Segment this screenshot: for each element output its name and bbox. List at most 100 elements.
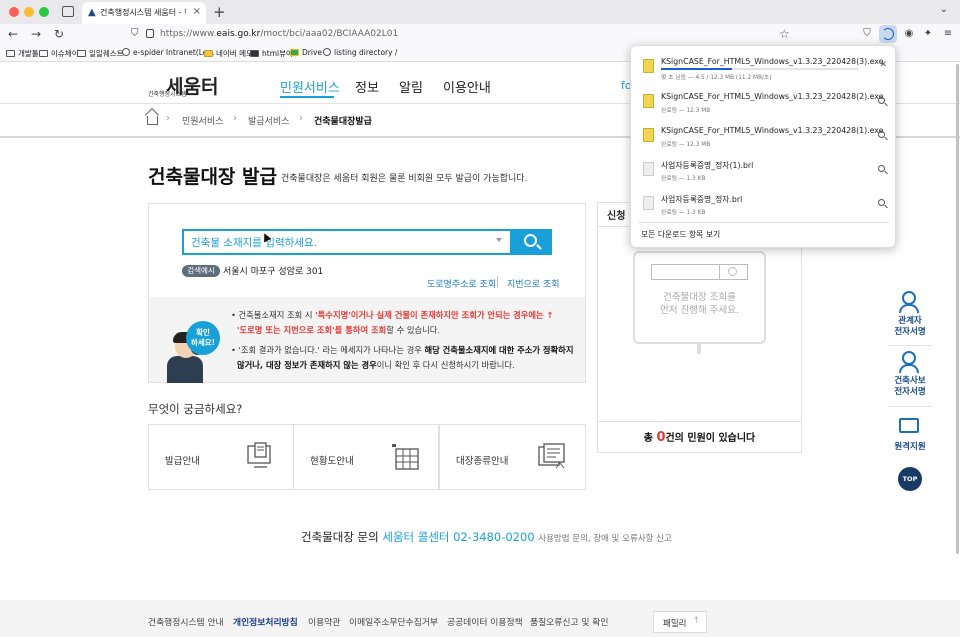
- url-bar[interactable]: https://www.eais.go.kr/moct/bci/aaa02/BC…: [160, 29, 398, 39]
- bookmark-link[interactable]: 네이버 메모: [204, 48, 253, 59]
- reload-icon[interactable]: ↻: [54, 27, 64, 41]
- page-scrollbar[interactable]: [956, 64, 959, 554]
- download-item[interactable]: KSignCASE_For_HTML5_Windows_v1.3.23_2204…: [631, 50, 897, 84]
- download-item[interactable]: KSignCASE_For_HTML5_Windows_v1.3.23_2204…: [631, 85, 897, 119]
- globe-icon: [323, 48, 331, 56]
- scroll-top-button[interactable]: TOP: [898, 467, 922, 491]
- downloads-panel: KSignCASE_For_HTML5_Windows_v1.3.23_2204…: [630, 45, 896, 248]
- download-item[interactable]: 사업자등록증명_정자.brl 완료됨 — 1.3 KB: [631, 187, 897, 221]
- show-in-folder-icon[interactable]: [878, 97, 885, 104]
- download-filename: KSignCASE_For_HTML5_Windows_v1.3.23_2204…: [661, 57, 884, 66]
- account-icon[interactable]: ◉: [903, 28, 915, 40]
- side-signer-esign[interactable]: 관계자 전자서명: [888, 316, 932, 338]
- confirm-bubble: 확인 하세요!: [186, 321, 220, 355]
- forward-arrow-icon[interactable]: →: [31, 27, 41, 41]
- lock-icon[interactable]: [146, 29, 154, 38]
- show-in-folder-icon[interactable]: [878, 131, 885, 138]
- browser-tab[interactable]: ▲ 건축행정시스템 세움터 - 민원서비스 ... ×: [82, 2, 206, 24]
- bookmark-folder[interactable]: 일일퀘스트: [77, 48, 124, 59]
- bookmark-link[interactable]: Drive: [290, 48, 322, 57]
- footer-link-privacy[interactable]: 개인정보처리방침: [233, 615, 298, 628]
- footer-link[interactable]: 품질오류신고 및 확인: [530, 615, 608, 628]
- empty-state-input-illustration: [651, 264, 720, 280]
- download-status: 완료됨 — 1.3 KB: [661, 210, 706, 216]
- bookmark-link[interactable]: html뷰어: [250, 48, 293, 59]
- minimize-window-button[interactable]: [24, 7, 34, 17]
- family-site-select[interactable]: 패밀리 ↑: [653, 611, 707, 633]
- bookmark-folder[interactable]: 이슈체이: [39, 48, 79, 59]
- menu-icon[interactable]: ≡: [942, 28, 954, 40]
- download-filename: 사업자등록증명_정자.brl: [661, 195, 743, 204]
- tab-overview-icon[interactable]: [62, 6, 74, 17]
- nav-guide[interactable]: 이용안내: [443, 77, 491, 96]
- bookmark-link[interactable]: e-spider Intranet(Lo...: [122, 48, 214, 57]
- download-item[interactable]: 사업자등록증명_정자(1).brl 완료됨 — 1.3 KB: [631, 153, 897, 187]
- side-remote-support[interactable]: 원격지원: [888, 442, 932, 453]
- tab-close-icon[interactable]: ×: [193, 6, 201, 17]
- contact-line: 건축물대장 문의 세움터 콜센터 02-3480-0200 사용방법 문의, 장…: [301, 530, 672, 544]
- new-tab-button[interactable]: +: [213, 3, 226, 21]
- pocket-icon[interactable]: ⛉: [861, 28, 873, 40]
- dropdown-arrow-icon[interactable]: [496, 238, 502, 242]
- search-by-jibun-link[interactable]: 지번으로 조회: [507, 277, 560, 290]
- download-progress-bar: [661, 68, 859, 70]
- faq-status-map-guide[interactable]: 현황도안내: [293, 424, 439, 490]
- ledger-types-icon: [538, 443, 565, 469]
- side-nav-divider: [888, 345, 932, 346]
- bookmark-link[interactable]: listing directory /: [323, 48, 397, 57]
- callcenter-number: 세움터 콜센터 02-3480-0200: [382, 530, 535, 544]
- download-item[interactable]: KSignCASE_For_HTML5_Windows_v1.3.23_2204…: [631, 119, 897, 153]
- help-note-line: 않거나, 대장 정보가 존재하지 않는 경우이니 확인 후 다시 신청하시기 바…: [237, 360, 515, 370]
- tab-list-chevron-icon[interactable]: ⌄: [940, 4, 948, 15]
- search-button[interactable]: [512, 229, 552, 255]
- side-nav-divider: [888, 406, 932, 407]
- bookmark-folder[interactable]: 개발툴: [6, 48, 39, 59]
- back-arrow-icon[interactable]: ←: [8, 27, 18, 41]
- document-file-icon: [643, 196, 654, 210]
- exe-file-icon: [643, 128, 654, 142]
- downloads-button[interactable]: [879, 25, 897, 43]
- cancel-download-icon[interactable]: ✕: [879, 60, 887, 70]
- address-search-input[interactable]: 건축물 소재지를 입력하세요.: [182, 229, 512, 255]
- footer-link[interactable]: 이메일주소무단수집거부: [349, 615, 438, 628]
- footer-link[interactable]: 건축행정시스템 안내: [148, 615, 224, 628]
- document-monitor-icon: [247, 442, 271, 468]
- maximize-window-button[interactable]: [39, 7, 49, 17]
- nav-notice[interactable]: 알림: [399, 77, 423, 96]
- guide-figure-body: [167, 356, 203, 383]
- tracking-shield-icon[interactable]: ⛉: [131, 28, 139, 39]
- show-in-folder-icon[interactable]: [878, 199, 885, 206]
- site-logo[interactable]: 세움터: [166, 72, 218, 99]
- close-window-button[interactable]: [9, 7, 19, 17]
- extensions-icon[interactable]: ✦: [922, 28, 934, 40]
- show-in-folder-icon[interactable]: [878, 165, 885, 172]
- faq-ledger-types-guide[interactable]: 대장종류안내: [439, 424, 586, 490]
- folder-icon: [77, 50, 86, 57]
- empty-state-message: 건축물대장 조회를 먼저 진행해 주세요.: [660, 292, 739, 316]
- floor-plan-icon: [392, 444, 419, 470]
- bookmark-star-icon[interactable]: ☆: [779, 27, 790, 41]
- faq-label: 현황도안내: [310, 456, 354, 467]
- request-tab[interactable]: 신청: [607, 207, 625, 222]
- side-architect-esign[interactable]: 건축사보 전자서명: [888, 376, 932, 398]
- link-divider: [497, 276, 498, 287]
- breadcrumb-item[interactable]: 민원서비스: [182, 114, 223, 127]
- nav-info[interactable]: 정보: [355, 77, 379, 96]
- footer-link[interactable]: 이용약관: [308, 615, 340, 628]
- nav-civil-service[interactable]: 민원서비스: [280, 77, 340, 96]
- download-status: 몇 초 남음 — 4.5 / 12.3 MB (11.2 MB/초): [661, 75, 772, 81]
- help-note-line: • 건축물소재지 조회 시 '특수지명'이거나 실제 건물이 존재하지만 조회가…: [231, 310, 554, 320]
- search-icon: [728, 267, 737, 276]
- home-icon[interactable]: [147, 116, 158, 125]
- faq-issue-guide[interactable]: 발급안내: [148, 424, 294, 490]
- downloads-divider: [639, 222, 889, 223]
- person-icon-head: [902, 351, 916, 365]
- page-description: 건축물대장은 세움터 회원은 물론 비회원 모두 발급이 가능합니다.: [281, 174, 528, 184]
- search-by-road-link[interactable]: 도로명주소로 조회: [427, 277, 496, 290]
- breadcrumb-separator-icon: ›: [299, 113, 303, 124]
- breadcrumb-item[interactable]: 발급서비스: [248, 114, 289, 127]
- title-bar: ▲ 건축행정시스템 세움터 - 민원서비스 ... × + ⌄: [0, 0, 960, 24]
- footer-link[interactable]: 공공데이터 이용정책: [447, 615, 523, 628]
- breadcrumb-separator-icon: ›: [233, 113, 237, 124]
- show-all-downloads-link[interactable]: 모든 다운로드 항목 보기: [641, 229, 720, 240]
